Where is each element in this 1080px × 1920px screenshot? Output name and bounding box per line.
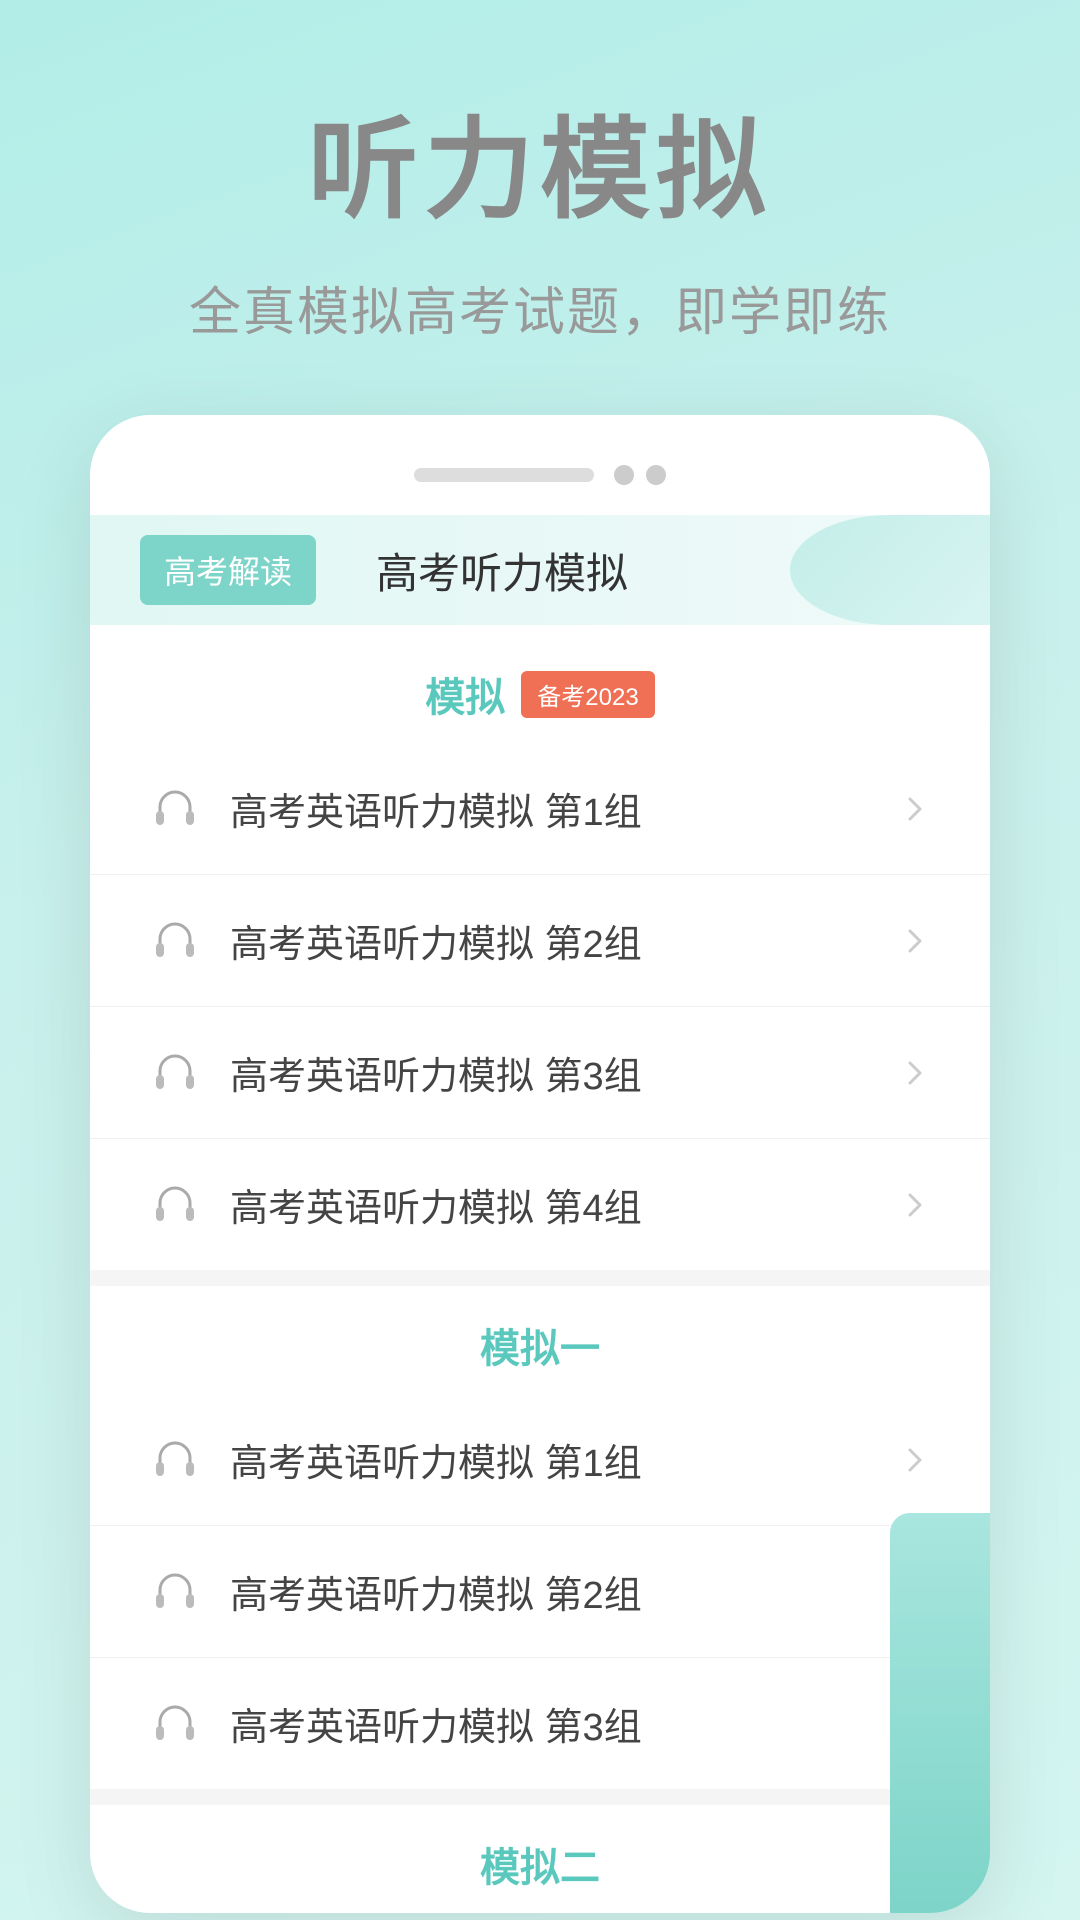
chevron-icon-4 [900, 1190, 930, 1220]
phone-mockup: 高考解读 高考听力模拟 模拟 备考2023 高考英语听力模拟 第1组 [90, 415, 990, 1913]
page-container: 听力模拟 全真模拟高考试题，即学即练 高考解读 高考听力模拟 模拟 备考2023 [0, 0, 1080, 1920]
tab-wave-decoration [790, 515, 990, 625]
section-moni-1: 模拟一 高考英语听力模拟 第1组 高考英语听力 [90, 1286, 990, 1789]
section-moni-1-text: 模拟一 [480, 1316, 600, 1374]
tab-gaokao-tingli[interactable]: 高考听力模拟 [376, 540, 628, 601]
list-item[interactable]: 高考英语听力模拟 第3组 [90, 1007, 990, 1139]
headphone-icon-3 [150, 1048, 200, 1098]
item-text-1: 高考英语听力模拟 第1组 [230, 781, 900, 836]
item-text-6: 高考英语听力模拟 第2组 [230, 1564, 900, 1619]
phone-dot-1 [614, 465, 634, 485]
list-item[interactable]: 高考英语听力模拟 第3组 [90, 1658, 990, 1789]
section-divider [90, 1270, 990, 1286]
phone-dot-2 [646, 465, 666, 485]
list-item[interactable]: 高考英语听力模拟 第2组 [90, 1526, 990, 1658]
section-moni-2-label: 模拟二 [90, 1805, 990, 1913]
section-moni-main: 模拟 备考2023 高考英语听力模拟 第1组 [90, 635, 990, 1270]
list-item[interactable]: 高考英语听力模拟 第1组 [90, 743, 990, 875]
headphone-icon-2 [150, 916, 200, 966]
chevron-icon-5 [900, 1445, 930, 1475]
list-item[interactable]: 高考英语听力模拟 第4组 [90, 1139, 990, 1270]
phone-top-bar [90, 455, 990, 515]
list-item[interactable]: 高考英语听力模拟 第1组 [90, 1394, 990, 1526]
item-text-5: 高考英语听力模拟 第1组 [230, 1432, 900, 1487]
tab-gaokao-jiedu[interactable]: 高考解读 [140, 535, 316, 605]
tab-header: 高考解读 高考听力模拟 [90, 515, 990, 625]
item-text-7: 高考英语听力模拟 第3组 [230, 1696, 900, 1751]
headphone-icon-6 [150, 1567, 200, 1617]
chevron-icon-1 [900, 794, 930, 824]
item-text-4: 高考英语听力模拟 第4组 [230, 1177, 900, 1232]
item-text-2: 高考英语听力模拟 第2组 [230, 913, 900, 968]
bottom-decoration [890, 1513, 990, 1913]
section-moni-label: 模拟 备考2023 [90, 635, 990, 743]
phone-dots [614, 465, 666, 485]
page-title: 听力模拟 [308, 80, 772, 240]
badge-2023: 备考2023 [521, 671, 654, 718]
phone-pill [414, 468, 594, 482]
chevron-icon-2 [900, 926, 930, 956]
headphone-icon-4 [150, 1180, 200, 1230]
page-subtitle: 全真模拟高考试题，即学即练 [189, 270, 891, 345]
section-moni-1-label: 模拟一 [90, 1286, 990, 1394]
section-moni-text: 模拟 [425, 665, 505, 723]
section-divider-2 [90, 1789, 990, 1805]
headphone-icon-5 [150, 1435, 200, 1485]
chevron-icon-3 [900, 1058, 930, 1088]
item-text-3: 高考英语听力模拟 第3组 [230, 1045, 900, 1100]
headphone-icon-7 [150, 1699, 200, 1749]
list-item[interactable]: 高考英语听力模拟 第2组 [90, 875, 990, 1007]
headphone-icon-1 [150, 784, 200, 834]
